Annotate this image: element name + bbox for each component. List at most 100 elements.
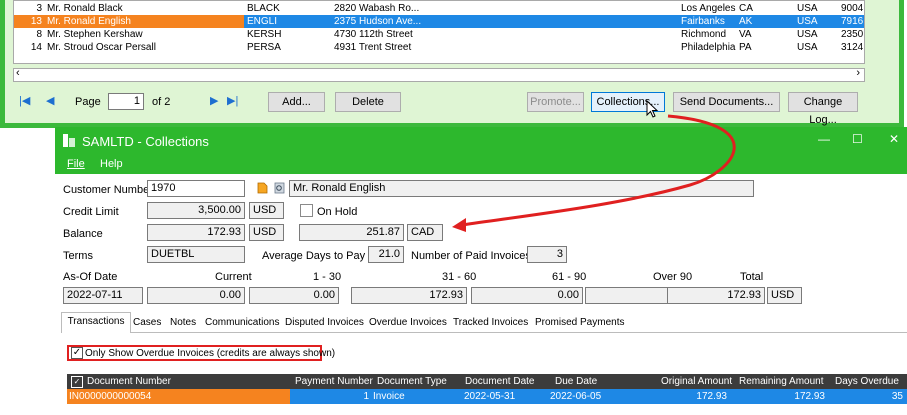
title-bar: SAMLTD - Collections — ☐ ✕ <box>55 127 907 156</box>
total-field: 172.93 <box>667 287 765 304</box>
minimize-button[interactable]: — <box>818 132 830 146</box>
row-number: 13 <box>30 16 42 27</box>
menu-bar: File Help <box>55 156 907 174</box>
aging-31-60-label: 31 - 60 <box>442 271 477 283</box>
add-button[interactable]: Add... <box>268 92 325 112</box>
due-date-cell: 2022-06-05 <box>550 391 602 402</box>
col-payment-number[interactable]: Payment Number <box>295 374 373 389</box>
tab-promised-payments[interactable]: Promised Payments <box>535 314 624 331</box>
tab-notes[interactable]: Notes <box>170 314 196 331</box>
table-row[interactable]: 14 Mr. Stroud Oscar Persall PERSA 4931 T… <box>14 41 864 54</box>
change-log-button[interactable]: Change Log... <box>788 92 858 126</box>
scroll-right-icon[interactable]: › <box>856 67 860 79</box>
menu-help[interactable]: Help <box>100 158 123 170</box>
app-icon <box>63 134 75 147</box>
aging-31-60-field: 172.93 <box>351 287 467 304</box>
state-cell: VA <box>739 29 752 40</box>
col-original-amount[interactable]: Original Amount <box>661 374 732 389</box>
aging-61-90-field: 0.00 <box>471 287 583 304</box>
zip-cell: 7916 <box>841 16 864 27</box>
on-hold-checkbox[interactable] <box>300 204 313 217</box>
address-cell: 2820 Wabash Ro... <box>334 3 420 14</box>
tab-tracked-invoices[interactable]: Tracked Invoices <box>453 314 528 331</box>
balance-field: 172.93 <box>147 224 245 241</box>
tab-overdue-invoices[interactable]: Overdue Invoices <box>369 314 447 331</box>
tab-cases[interactable]: Cases <box>133 314 161 331</box>
tab-disputed-invoices[interactable]: Disputed Invoices <box>285 314 364 331</box>
terms-field: DUETBL <box>147 246 245 263</box>
last-page-icon[interactable]: ▶| <box>227 94 238 107</box>
next-page-icon[interactable]: ▶ <box>210 94 218 107</box>
col-due-date[interactable]: Due Date <box>555 374 597 389</box>
maximize-button[interactable]: ☐ <box>852 132 863 146</box>
city-cell: Fairbanks <box>681 16 725 27</box>
as-of-date-field: 2022-07-11 <box>63 287 143 304</box>
tab-communications[interactable]: Communications <box>205 314 279 331</box>
horizontal-scrollbar[interactable]: ‹ › <box>13 67 865 82</box>
state-cell: PA <box>739 42 752 53</box>
credit-limit-label: Credit Limit <box>63 206 119 218</box>
previous-page-icon[interactable]: ◀ <box>46 94 54 107</box>
address-cell: 4730 112th Street <box>334 29 413 40</box>
finder-icon[interactable] <box>257 182 268 194</box>
avg-days-label: Average Days to Pay <box>262 250 366 262</box>
collections-window: SAMLTD - Collections — ☐ ✕ File Help Cus… <box>55 127 907 415</box>
page-number-input[interactable]: 1 <box>108 93 144 110</box>
customer-name-cell: Mr. Ronald Black <box>47 3 123 14</box>
col-document-number[interactable]: Document Number <box>87 374 171 389</box>
table-row[interactable]: 8 Mr. Stephen Kershaw KERSH 4730 112th S… <box>14 28 864 41</box>
balance-currency-field: USD <box>249 224 284 241</box>
customer-code-cell: PERSA <box>247 42 281 53</box>
table-row[interactable]: 3 Mr. Ronald Black BLACK 2820 Wabash Ro.… <box>14 2 864 15</box>
as-of-date-label: As-Of Date <box>63 271 118 283</box>
avg-days-field: 21.0 <box>368 246 404 263</box>
customer-number-field[interactable]: 1970 <box>147 180 245 197</box>
aging-1-30-label: 1 - 30 <box>313 271 342 283</box>
mouse-cursor-icon <box>646 100 659 118</box>
document-date-cell: 2022-05-31 <box>464 391 516 402</box>
delete-button[interactable]: Delete <box>335 92 401 112</box>
current-field: 0.00 <box>147 287 245 304</box>
col-document-type[interactable]: Document Type <box>377 374 447 389</box>
balance-alt-field: 251.87 <box>299 224 404 241</box>
tab-transactions[interactable]: Transactions <box>61 312 131 333</box>
city-cell: Richmond <box>681 29 727 40</box>
table-row-selected[interactable]: IN0000000000054 1 Invoice 2022-05-31 202… <box>67 389 907 404</box>
overdue-only-label: Only Show Overdue Invoices (credits are … <box>85 348 336 359</box>
grid-header: ✓ Document Number Payment Number Documen… <box>67 374 907 389</box>
state-cell: AK <box>739 16 753 27</box>
country-cell: USA <box>797 3 818 14</box>
customer-name-cell: Mr. Stephen Kershaw <box>47 29 143 40</box>
promote-button[interactable]: Promote... <box>527 92 584 112</box>
scroll-left-icon[interactable]: ‹ <box>16 67 20 79</box>
credit-currency-field: USD <box>249 202 284 219</box>
col-document-date[interactable]: Document Date <box>465 374 534 389</box>
overdue-only-checkbox[interactable]: ✓ <box>71 347 83 359</box>
aging-over-90-label: Over 90 <box>653 271 693 283</box>
original-amount-cell: 172.93 <box>696 391 727 402</box>
page-label: Page <box>75 96 101 108</box>
close-button[interactable]: ✕ <box>889 132 899 146</box>
col-days-overdue[interactable]: Days Overdue <box>835 374 899 389</box>
country-cell: USA <box>797 16 818 27</box>
days-overdue-cell: 35 <box>891 391 903 402</box>
customer-code-cell: BLACK <box>247 3 280 14</box>
zip-cell: 2350 <box>841 29 864 40</box>
send-documents-button[interactable]: Send Documents... <box>673 92 780 112</box>
select-all-icon[interactable]: ✓ <box>71 376 83 388</box>
window-title: SAMLTD - Collections <box>82 134 209 149</box>
menu-file[interactable]: File <box>67 158 85 170</box>
balance-label: Balance <box>63 228 103 240</box>
zoom-icon[interactable] <box>274 182 285 194</box>
table-row-selected[interactable]: 13 Mr. Ronald English ENGLI 2375 Hudson … <box>14 15 864 28</box>
page-count-label: of 2 <box>152 96 171 108</box>
col-remaining-amount[interactable]: Remaining Amount <box>739 374 824 389</box>
document-type-cell: Invoice <box>373 391 405 402</box>
first-page-icon[interactable]: |◀ <box>19 94 30 107</box>
credit-limit-field: 3,500.00 <box>147 202 245 219</box>
customer-number-label: Customer Number <box>63 184 153 196</box>
row-number: 8 <box>36 29 42 40</box>
remaining-amount-cell: 172.93 <box>794 391 825 402</box>
customer-name-field: Mr. Ronald English <box>289 180 754 197</box>
aging-61-90-label: 61 - 90 <box>552 271 587 283</box>
